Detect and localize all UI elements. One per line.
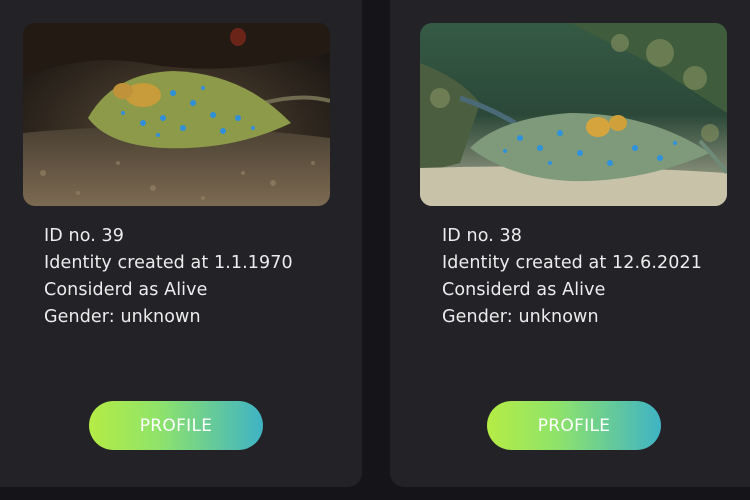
profile-button[interactable]: PROFILE — [89, 401, 263, 450]
stingray-card: ID no. 39 Identity created at 1.1.1970 C… — [0, 0, 362, 487]
identity-info: ID no. 38 Identity created at 12.6.2021 … — [442, 223, 702, 331]
gender-text: Gender: unknown — [44, 307, 201, 327]
created-date: Identity created at 1.1.1970 — [44, 253, 293, 273]
status-text: Considerd as Alive — [442, 280, 606, 300]
created-date: Identity created at 12.6.2021 — [442, 253, 702, 273]
profile-button[interactable]: PROFILE — [487, 401, 661, 450]
id-number: ID no. 39 — [44, 226, 124, 246]
stingray-card: ID no. 38 Identity created at 12.6.2021 … — [390, 0, 750, 487]
status-text: Considerd as Alive — [44, 280, 208, 300]
stingray-photo — [420, 23, 727, 206]
identity-info: ID no. 39 Identity created at 1.1.1970 C… — [44, 223, 293, 331]
id-number: ID no. 38 — [442, 226, 522, 246]
gender-text: Gender: unknown — [442, 307, 599, 327]
stingray-photo — [23, 23, 330, 206]
